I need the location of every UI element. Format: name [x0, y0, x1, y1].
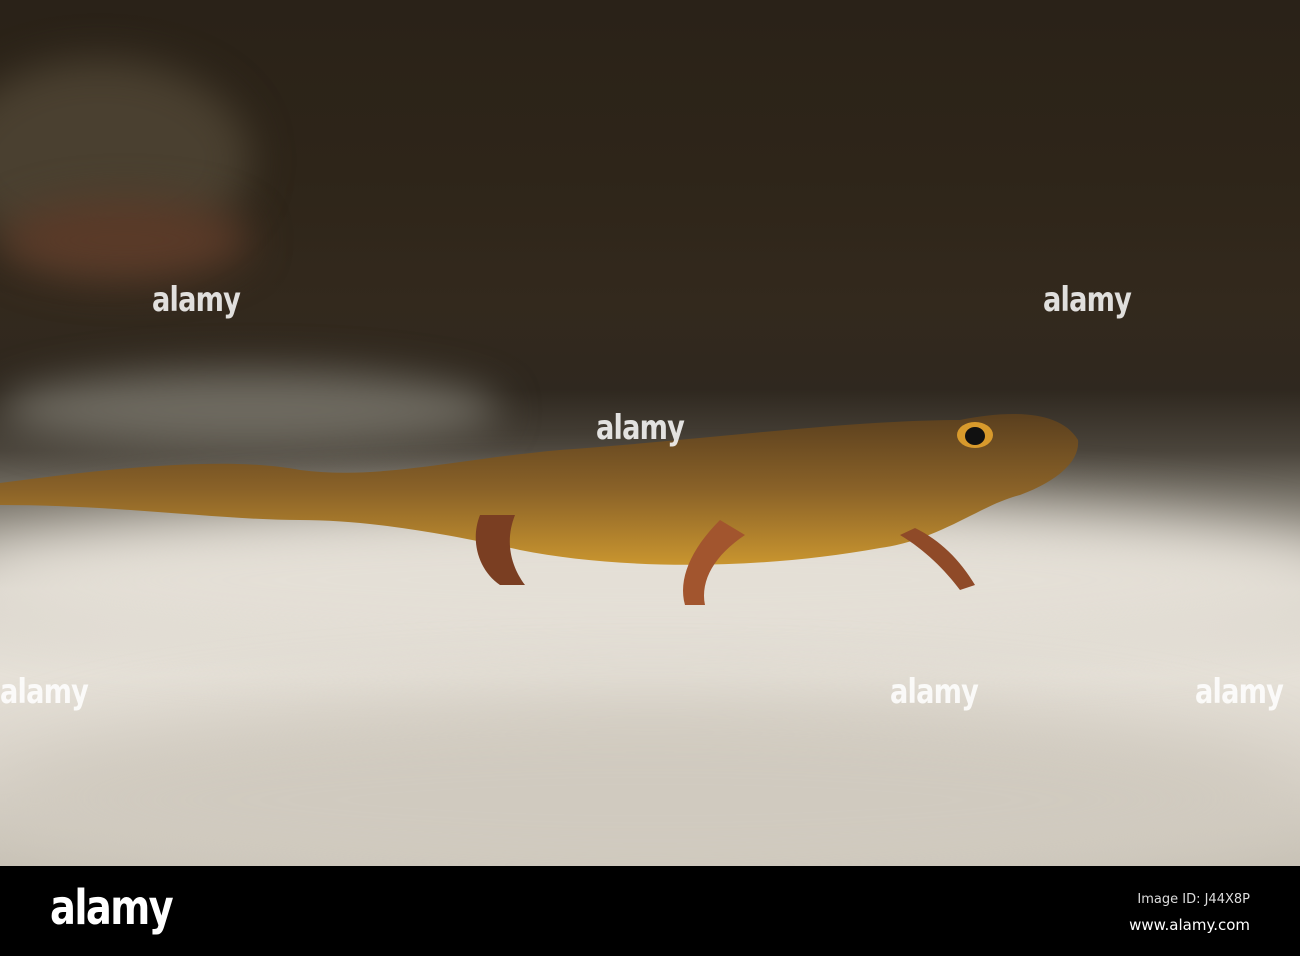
newt-photo: alamy alamy alamy alamy alamy alamy	[0, 0, 1300, 866]
watermark: alamy	[0, 672, 89, 712]
image-id: Image ID: J44X8P	[1137, 892, 1250, 907]
newt-pupil	[965, 427, 985, 445]
site-url: www.alamy.com	[1129, 916, 1250, 934]
alamy-logo: alamy	[50, 880, 174, 936]
watermark: alamy	[890, 672, 979, 712]
watermark: alamy	[596, 408, 685, 448]
watermark: alamy	[1195, 672, 1284, 712]
watermark: alamy	[152, 280, 241, 320]
newt-front-leg	[900, 528, 975, 590]
footer-bar: alamy Image ID: J44X8P www.alamy.com	[0, 866, 1300, 956]
watermark: alamy	[1043, 280, 1132, 320]
